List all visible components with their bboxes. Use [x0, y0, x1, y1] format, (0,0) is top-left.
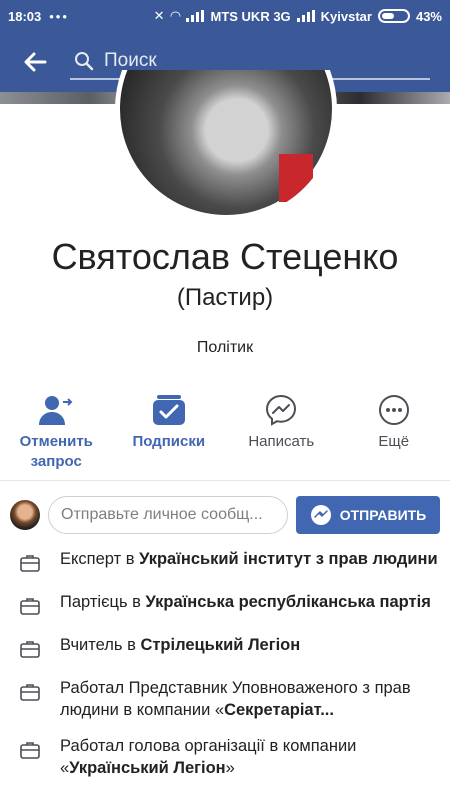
- back-arrow-icon: [24, 52, 47, 72]
- info-prefix: Експерт в: [60, 550, 140, 568]
- divider: [0, 480, 450, 481]
- messenger-send-icon: [310, 505, 331, 525]
- briefcase-icon: [20, 684, 40, 701]
- subscriptions-button[interactable]: Подписки: [113, 392, 226, 472]
- briefcase-icon: [20, 555, 40, 572]
- info-org[interactable]: Український Легіон: [69, 759, 225, 777]
- message-input[interactable]: Отправьте личное сообщ...: [48, 496, 288, 534]
- info-prefix: Вчитель в: [60, 636, 141, 654]
- info-org[interactable]: Стрілецький Легіон: [140, 636, 300, 654]
- avatar-badge: [279, 154, 313, 202]
- profile-actions: Отменить запрос Подписки Написать Ещё: [0, 392, 450, 472]
- message-row: Отправьте личное сообщ... ОТПРАВИТЬ: [0, 494, 450, 536]
- user-request-icon: [39, 396, 73, 425]
- send-button[interactable]: ОТПРАВИТЬ: [296, 496, 440, 534]
- info-org[interactable]: Секретаріат...: [224, 701, 334, 719]
- status-right: ✕ ◠ MTS UKR 3G Kyivstar 43%: [154, 8, 442, 24]
- more-button[interactable]: Ещё: [338, 392, 450, 472]
- more-label: Ещё: [378, 433, 410, 450]
- info-prefix: Партієць в: [60, 593, 146, 611]
- subscriptions-icon: [152, 395, 185, 425]
- write-label: Написать: [248, 433, 315, 450]
- info-item[interactable]: Работал голова організації в компании «У…: [0, 735, 450, 779]
- cancel-request-button[interactable]: Отменить запрос: [0, 392, 113, 472]
- battery-level: 43%: [415, 8, 442, 24]
- info-list: Експерт в Український інститут з прав лю…: [0, 548, 450, 793]
- info-item[interactable]: Работал Представник Уповноваженого з пра…: [0, 677, 450, 721]
- search-placeholder: Поиск: [104, 50, 157, 71]
- info-item[interactable]: Експерт в Український інститут з прав лю…: [0, 548, 450, 577]
- info-org[interactable]: Український інститут з прав людини: [139, 550, 438, 568]
- cancel-request-label-2: запрос: [30, 453, 82, 470]
- profile-job: Політик: [196, 339, 254, 356]
- briefcase-icon: [20, 641, 40, 658]
- briefcase-icon: [20, 742, 40, 759]
- profile-nickname: (Пастир): [176, 284, 274, 311]
- signal-icon-2: [296, 10, 315, 22]
- message-placeholder: Отправьте личное сообщ...: [61, 506, 263, 523]
- mute-icon: ✕: [153, 8, 165, 23]
- user-avatar: [10, 500, 40, 530]
- status-time: 18:03: [8, 8, 42, 24]
- info-org[interactable]: Українська республіканська партія: [145, 593, 430, 611]
- profile-name: Святослав Стеценко: [51, 236, 399, 277]
- carrier1: MTS UKR 3G: [210, 8, 291, 24]
- more-icon: [378, 395, 409, 425]
- search-icon: [75, 52, 94, 71]
- info-item[interactable]: Партієць в Українська республіканська па…: [0, 591, 450, 620]
- subscriptions-label: Подписки: [132, 433, 206, 450]
- profile-avatar[interactable]: [115, 70, 337, 220]
- wifi-icon: ◠: [170, 8, 181, 23]
- cancel-request-label-1: Отменить: [19, 433, 93, 450]
- notification-dots-icon: •••: [49, 8, 69, 24]
- carrier2: Kyivstar: [320, 8, 372, 24]
- write-message-button[interactable]: Написать: [225, 392, 338, 472]
- briefcase-icon: [20, 598, 40, 615]
- back-button[interactable]: [0, 32, 70, 92]
- signal-icon: [186, 10, 205, 22]
- info-suffix: »: [225, 759, 235, 777]
- messenger-icon: [266, 394, 297, 426]
- send-label: ОТПРАВИТЬ: [339, 507, 427, 523]
- status-bar: 18:03 ••• ✕ ◠ MTS UKR 3G Kyivstar 43%: [0, 0, 450, 32]
- info-item[interactable]: Вчитель в Стрілецький Легіон: [0, 634, 450, 663]
- battery-icon: [377, 9, 410, 23]
